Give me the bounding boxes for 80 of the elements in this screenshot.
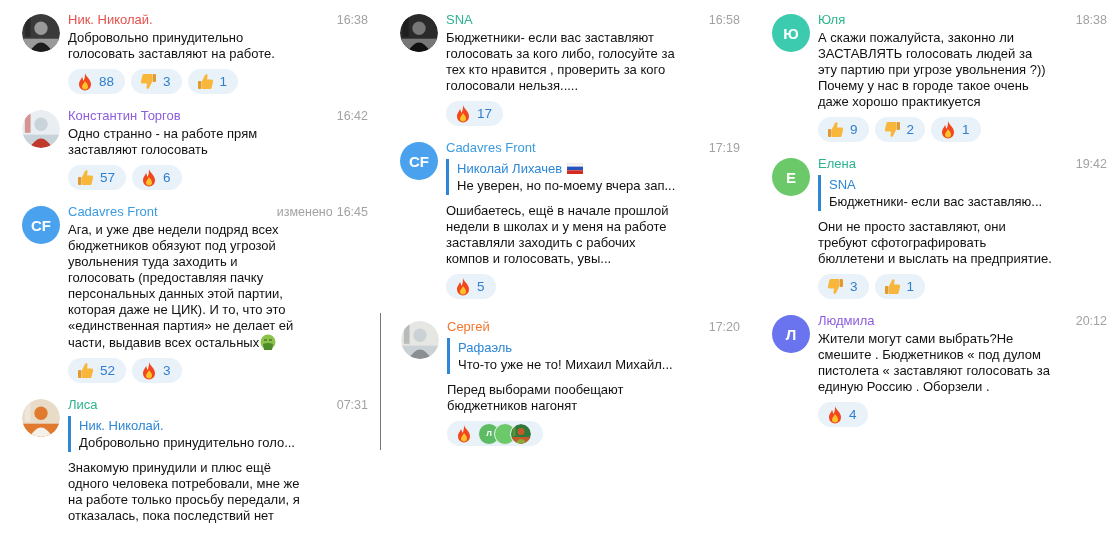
flame-icon [455,104,471,123]
reply-sender: Ник. Николай. [79,417,164,434]
reply-sender: Рафаэль [458,339,513,356]
message-text: А скажи пожалуйста, законно ли ЗАСТАВЛЯТЬ голосовать людей за эту партию при угрозе увольнения ?)) Почему у нас в городе такое очень даже хорошо практикуется [818,30,1047,110]
thumbs-up-icon [827,121,844,138]
message-text: Добровольно принудительно голосовать заставляют на работе. [68,30,276,62]
message-time: 16:42 [336,109,368,123]
reaction-button[interactable]: 3 [131,69,182,94]
reply-quote[interactable]: SNA Бюджетники- если вас заставляю... [818,175,1107,211]
message-time: 20:12 [1075,314,1107,328]
sender-name: SNA [446,12,473,27]
message-time: 17:19 [708,141,740,155]
thumbs-up-icon [77,362,94,379]
sender-name: Людмила [818,313,875,328]
reply-quote[interactable]: Ник. Николай. Добровольно принудительно голо... [68,416,368,452]
avatar: Е [772,158,810,196]
reply-sender: Николай Лихачев [457,160,563,177]
message-text: Перед выборами пообещают бюджетников нагонят [447,382,625,414]
flame-icon [77,72,93,91]
message-time: 18:38 [1075,13,1107,27]
reaction-button[interactable]: 5 [446,274,496,299]
reply-sender: SNA [829,176,856,193]
avatar: CF [22,206,60,244]
thumbs-down-icon [827,278,844,295]
flame-icon [940,120,957,139]
sender-name: Cadavres Front [68,204,158,219]
message-text: Одно странно - на работе прям заставляют голосовать [68,126,259,158]
flame-icon [455,277,471,296]
reaction-button[interactable]: 2 [874,117,926,142]
thumbs-down-icon [883,121,901,138]
reply-text: Не уверен, но по-моему вчера зап... [457,177,677,194]
thumbs-up-icon [77,169,94,186]
message-text: Они не просто заставляют, они требуют сфотографировать бюллетени и выслать на предприятие. [818,219,1053,267]
message-time: 16:45 [336,205,368,219]
flame-icon [141,361,158,380]
message-text: Бюджетники- если вас заставляют голосовать за кого либо, голосуйте за тех кто нравится , проверить за кого голосовали нельзя..... [446,30,676,94]
reaction-button[interactable]: 57 [68,165,127,190]
reaction-button[interactable]: 3 [818,274,869,299]
flame-icon [456,424,472,443]
message-time: 17:20 [708,320,740,334]
sender-name: Cadavres Front [446,140,536,155]
message-time: 16:38 [336,13,368,27]
avatar: Ю [772,14,810,52]
reply-quote[interactable]: Николай Лихачев Не уверен, но по-моему вчера зап... [446,159,740,195]
message-text: Жители могут сами выбрать?Не смешите . Бюджетников « под дулом пистолета « заставляют голосовать за единую Россию . Оборзели . [818,331,1051,395]
message-text: Ошибаетесь, ещё в начале прошлой недели в школах и у меня на работе заставляли заходить с рабочих компов и голосовать, увы... [446,203,670,267]
sender-name: Лиса [68,397,98,412]
sender-name: Ник. Николай. [68,12,153,27]
thumbs-down-icon [140,73,158,90]
reply-text: Что-то уже не то! Михаил Михайл... [458,356,674,373]
reaction-button[interactable]: 1 [931,117,981,142]
reaction-button[interactable]: 4 [818,402,868,427]
message-time: 19:42 [1075,157,1107,171]
message-text: Ага, и уже две недели подряд всех бюджетников обязуют под угрозой увольнения туда заходить и голосовать (предоставляя пачку персональных данных этой партии, которая даже не ЦИК). И то, что это «единственная партия» не делает ей части, выдавив всех остальных [68,222,295,351]
reaction-button[interactable]: 88 [68,69,126,94]
reaction-button[interactable]: 6 [132,165,182,190]
message-text: Знакомую принудили и плюс ещё одного человека потребовали, мне же на работе только просьбу передали, я отказалась, пока последствий нет [68,460,301,524]
reply-text: Добровольно принудительно голо... [79,434,296,451]
reply-quote[interactable]: Рафаэль Что-то уже не то! Михаил Михайл... [447,338,740,374]
sender-name: Сергей [447,319,490,334]
message-time: 07:31 [336,398,368,412]
reaction-button[interactable]: 3 [132,358,182,383]
reaction-button[interactable]: Л [447,421,543,446]
reaction-button[interactable]: 1 [187,69,239,94]
thumbs-up-icon [883,278,901,295]
avatar: CF [400,142,438,180]
reaction-button[interactable]: 1 [874,274,926,299]
sender-name: Юля [818,12,846,27]
reaction-button[interactable]: 9 [818,117,869,142]
message-time: 16:58 [708,13,740,27]
thumbs-up-icon [196,73,214,90]
flame-icon [141,168,158,187]
reply-text: Бюджетники- если вас заставляю... [829,193,1044,210]
reaction-button[interactable]: 52 [68,358,127,383]
edited-label: изменено [276,205,333,219]
avatar: Л [772,315,810,353]
sender-name: Константин Торгов [68,108,181,123]
sender-name: Елена [818,156,856,171]
reaction-button[interactable]: 17 [446,101,504,126]
flame-icon [827,405,843,424]
